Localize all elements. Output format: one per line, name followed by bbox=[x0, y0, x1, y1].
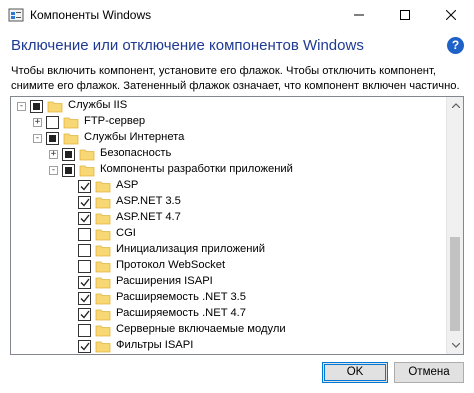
feature-checkbox[interactable] bbox=[46, 116, 59, 129]
collapse-icon[interactable]: - bbox=[49, 166, 58, 175]
tree-item[interactable]: - Службы Интернета bbox=[11, 130, 447, 147]
folder-icon bbox=[47, 101, 63, 113]
collapse-icon[interactable]: - bbox=[17, 102, 26, 111]
feature-checkbox[interactable] bbox=[78, 180, 91, 193]
folder-icon bbox=[95, 309, 111, 321]
tree-item-label: Инициализация приложений bbox=[116, 243, 265, 255]
vertical-scrollbar[interactable] bbox=[446, 97, 463, 354]
windows-features-icon bbox=[8, 8, 24, 22]
collapse-icon[interactable]: - bbox=[33, 134, 42, 143]
tree-item-label: CGI bbox=[116, 227, 136, 239]
checkmark-icon bbox=[80, 278, 90, 287]
folder-icon bbox=[95, 277, 111, 289]
tree-item-label: Компоненты разработки приложений bbox=[100, 163, 293, 175]
folder-icon bbox=[95, 325, 111, 337]
folder-icon bbox=[95, 341, 111, 353]
tree-item-label: Протокол WebSocket bbox=[116, 259, 226, 271]
tree-item-label: Службы IIS bbox=[68, 99, 128, 111]
tree-item-label: Безопасность bbox=[100, 147, 172, 159]
tree-item[interactable]: - Компоненты разработки приложений bbox=[11, 162, 447, 179]
tree-item[interactable]: ASP.NET 3.5 bbox=[11, 194, 447, 211]
folder-icon bbox=[95, 213, 111, 225]
tree-item[interactable]: ASP bbox=[11, 178, 447, 195]
feature-checkbox[interactable] bbox=[62, 148, 75, 161]
feature-checkbox[interactable] bbox=[78, 276, 91, 289]
tree-item[interactable]: - Службы IIS bbox=[11, 98, 447, 115]
chevron-up-icon bbox=[451, 103, 460, 108]
minimize-button[interactable] bbox=[336, 0, 382, 30]
description-line: снимите его флажок. Затененный флажок оз… bbox=[11, 79, 460, 92]
feature-checkbox[interactable] bbox=[78, 308, 91, 321]
scroll-down-button[interactable] bbox=[447, 337, 463, 354]
folder-icon bbox=[79, 149, 95, 161]
checkmark-icon bbox=[80, 294, 90, 303]
tree-item[interactable]: ASP.NET 4.7 bbox=[11, 210, 447, 227]
help-icon[interactable]: ? bbox=[447, 37, 464, 54]
expand-icon[interactable]: + bbox=[49, 150, 58, 159]
feature-checkbox[interactable] bbox=[78, 244, 91, 257]
tree-item-label: ASP.NET 4.7 bbox=[116, 211, 181, 223]
tree-item-label: Расширения ISAPI bbox=[116, 275, 213, 287]
tree-item[interactable]: Расширяемость .NET 4.7 bbox=[11, 306, 447, 323]
window-title: Компоненты Windows bbox=[30, 8, 152, 22]
scroll-up-button[interactable] bbox=[447, 97, 463, 114]
checkmark-icon bbox=[80, 198, 90, 207]
ok-button[interactable]: OK bbox=[322, 362, 388, 383]
scroll-thumb[interactable] bbox=[450, 237, 460, 331]
cancel-button[interactable]: Отмена bbox=[394, 362, 464, 383]
tree-item-label: ASP bbox=[116, 179, 139, 191]
folder-icon bbox=[95, 197, 111, 209]
feature-checkbox[interactable] bbox=[46, 132, 59, 145]
feature-checkbox[interactable] bbox=[78, 260, 91, 273]
tree-item[interactable]: Расширяемость .NET 3.5 bbox=[11, 290, 447, 307]
folder-icon bbox=[95, 181, 111, 193]
feature-checkbox[interactable] bbox=[78, 196, 91, 209]
tree-item[interactable]: Расширения ISAPI bbox=[11, 274, 447, 291]
folder-icon bbox=[79, 165, 95, 177]
maximize-button[interactable] bbox=[382, 0, 428, 30]
tree-item-label: Расширяемость .NET 3.5 bbox=[116, 291, 247, 303]
tree-item[interactable]: Инициализация приложений bbox=[11, 242, 447, 259]
folder-icon bbox=[63, 133, 79, 145]
folder-icon bbox=[95, 245, 111, 257]
tree-item-label: Фильтры ISAPI bbox=[116, 339, 194, 351]
tree-item[interactable]: Фильтры ISAPI bbox=[11, 338, 447, 354]
close-icon bbox=[446, 10, 456, 20]
folder-icon bbox=[95, 293, 111, 305]
close-button[interactable] bbox=[428, 0, 474, 30]
title-bar: Компоненты Windows bbox=[0, 0, 474, 30]
dialog-heading: Включение или отключение компонентов Win… bbox=[11, 37, 364, 54]
description-line: Чтобы включить компонент, установите его… bbox=[11, 65, 436, 77]
expand-icon[interactable]: + bbox=[33, 118, 42, 127]
tree-item[interactable]: Протокол WebSocket bbox=[11, 258, 447, 275]
checkmark-icon bbox=[80, 310, 90, 319]
maximize-icon bbox=[400, 10, 410, 20]
tree-item[interactable]: + FTP-сервер bbox=[11, 114, 447, 131]
feature-checkbox[interactable] bbox=[30, 100, 43, 113]
tree-item-label: FTP-сервер bbox=[84, 115, 146, 127]
feature-checkbox[interactable] bbox=[78, 228, 91, 241]
feature-checkbox[interactable] bbox=[78, 324, 91, 337]
tree-item[interactable]: Серверные включаемые модули bbox=[11, 322, 447, 339]
folder-icon bbox=[95, 261, 111, 273]
minimize-icon bbox=[354, 14, 364, 16]
tree-item[interactable]: + Безопасность bbox=[11, 146, 447, 163]
checkmark-icon bbox=[80, 342, 90, 351]
folder-icon bbox=[95, 229, 111, 241]
tree-item-label: Серверные включаемые модули bbox=[116, 323, 286, 335]
checkmark-icon bbox=[80, 214, 90, 223]
feature-checkbox[interactable] bbox=[78, 292, 91, 305]
checkmark-icon bbox=[80, 182, 90, 191]
features-tree[interactable]: - Службы IIS + FTP-сервер - Службы Интернета +… bbox=[10, 96, 464, 355]
feature-checkbox[interactable] bbox=[62, 164, 75, 177]
tree-item-label: Расширяемость .NET 4.7 bbox=[116, 307, 247, 319]
tree-item[interactable]: CGI bbox=[11, 226, 447, 243]
feature-checkbox[interactable] bbox=[78, 340, 91, 353]
description: Чтобы включить компонент, установите его… bbox=[11, 64, 461, 93]
chevron-down-icon bbox=[451, 343, 460, 348]
folder-icon bbox=[63, 117, 79, 129]
tree-item-label: Службы Интернета bbox=[84, 131, 185, 143]
tree-item-label: ASP.NET 3.5 bbox=[116, 195, 181, 207]
feature-checkbox[interactable] bbox=[78, 212, 91, 225]
